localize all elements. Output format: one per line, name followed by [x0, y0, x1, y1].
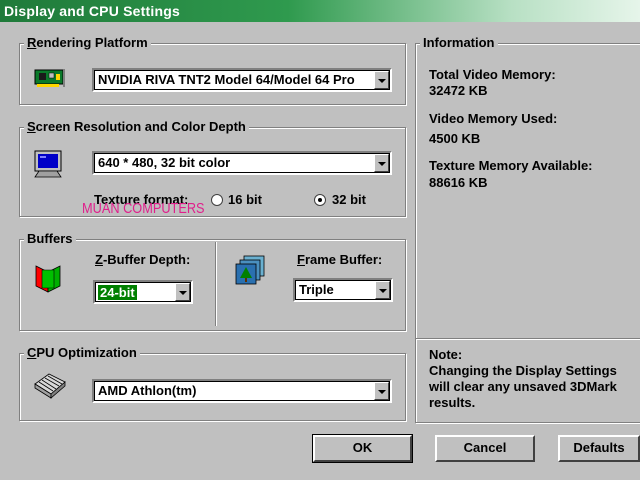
cpu-optimization-select[interactable]: AMD Athlon(tm)	[92, 379, 392, 403]
video-memory-used-value: 4500 KB	[429, 131, 481, 146]
frame-buffer-value: Triple	[299, 282, 334, 297]
chevron-down-icon[interactable]	[374, 382, 389, 400]
zbuffer-depth-label: Z-Buffer Depth:	[95, 252, 191, 267]
buffers-divider	[215, 242, 216, 326]
frame-buffer-select[interactable]: Triple	[293, 278, 393, 302]
frame-buffer-icon	[234, 254, 268, 291]
texture-16bit-label: 16 bit	[228, 192, 262, 207]
texture-memory-value: 88616 KB	[429, 175, 488, 190]
screen-resolution-label: Screen Resolution and Color Depth	[24, 120, 249, 134]
ok-button[interactable]: OK	[312, 434, 413, 463]
texture-32bit-label: 32 bit	[332, 192, 366, 207]
resolution-value: 640 * 480, 32 bit color	[98, 155, 231, 170]
chevron-down-icon[interactable]	[374, 71, 389, 89]
total-video-memory-label: Total Video Memory:	[429, 67, 556, 82]
note-line-2: will clear any unsaved 3DMark	[429, 379, 617, 394]
chevron-down-icon[interactable]	[375, 281, 390, 299]
chevron-down-icon[interactable]	[374, 154, 389, 172]
information-divider	[416, 338, 640, 339]
texture-memory-label: Texture Memory Available:	[429, 158, 593, 173]
zbuffer-depth-value: 24-bit	[98, 285, 137, 300]
zbuffer-icon	[34, 262, 62, 297]
watermark-text: MUAN COMPUTERS	[82, 200, 205, 217]
video-memory-used-label: Video Memory Used:	[429, 111, 558, 126]
texture-16bit-radio[interactable]	[211, 194, 223, 206]
title-bar[interactable]: Display and CPU Settings	[0, 0, 640, 22]
cpu-optimization-label: CPU Optimization	[24, 346, 140, 360]
monitor-icon	[33, 149, 65, 184]
frame-buffer-label: Frame Buffer:	[297, 252, 383, 267]
cpu-chip-icon	[33, 370, 67, 403]
rendering-platform-label: Rendering Platform	[24, 36, 151, 50]
note-line-3: results.	[429, 395, 476, 410]
cancel-button[interactable]: Cancel	[435, 435, 535, 462]
graphics-card-icon	[34, 67, 66, 92]
texture-32bit-radio[interactable]	[314, 194, 326, 206]
defaults-button[interactable]: Defaults	[558, 435, 640, 462]
zbuffer-depth-select[interactable]: 24-bit	[93, 280, 193, 304]
buffers-label: Buffers	[24, 232, 76, 246]
total-video-memory-value: 32472 KB	[429, 83, 488, 98]
information-label: Information	[420, 36, 498, 50]
cpu-optimization-value: AMD Athlon(tm)	[98, 383, 197, 398]
rendering-platform-value: NVIDIA RIVA TNT2 Model 64/Model 64 Pro	[98, 72, 355, 87]
note-label: Note:	[429, 347, 463, 362]
chevron-down-icon[interactable]	[175, 283, 190, 301]
resolution-select[interactable]: 640 * 480, 32 bit color	[92, 151, 392, 175]
note-line-1: Changing the Display Settings	[429, 363, 617, 378]
rendering-platform-select[interactable]: NVIDIA RIVA TNT2 Model 64/Model 64 Pro	[92, 68, 392, 92]
window-title: Display and CPU Settings	[4, 3, 180, 19]
